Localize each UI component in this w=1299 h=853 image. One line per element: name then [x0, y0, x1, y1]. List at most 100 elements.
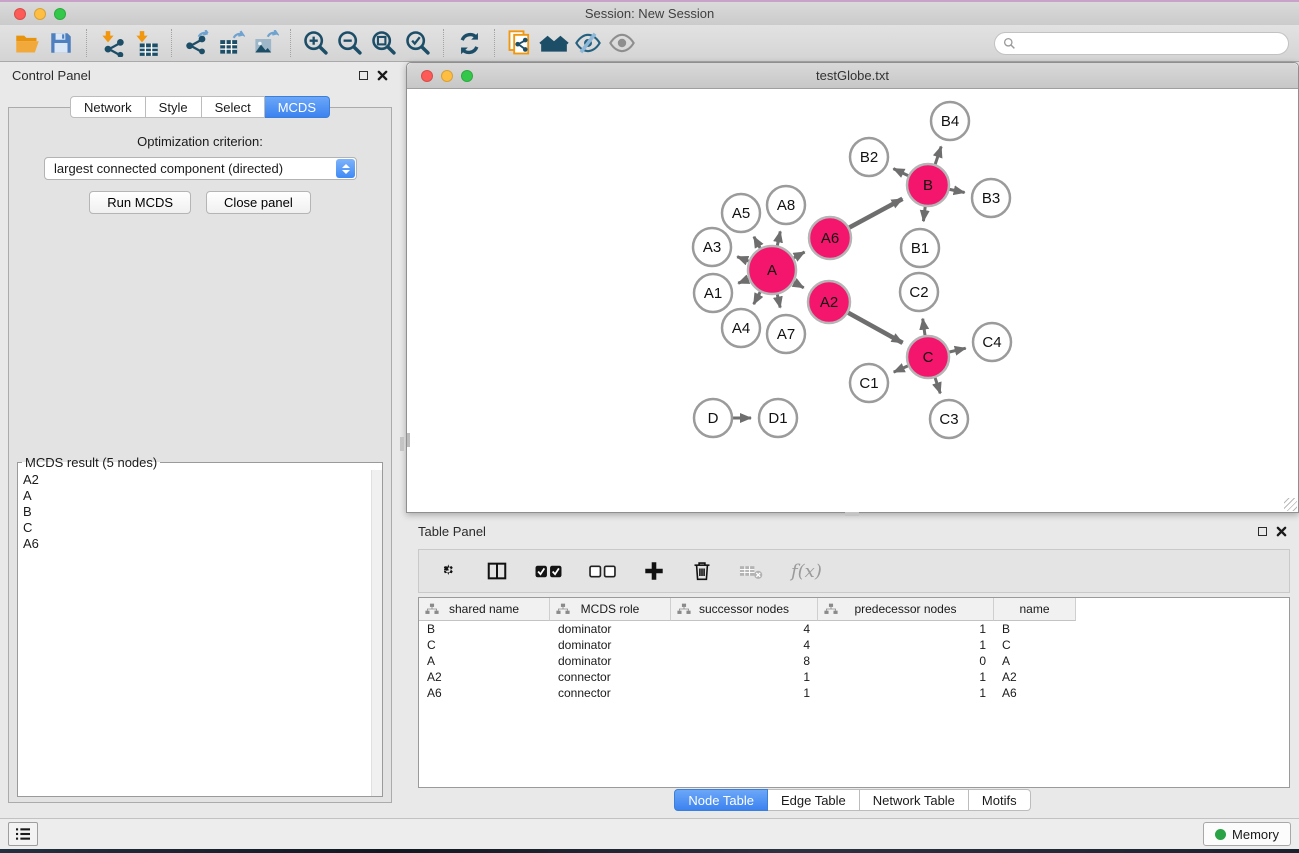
select-all-icon[interactable]	[535, 565, 562, 578]
table-cell[interactable]: B	[994, 622, 1076, 636]
graph-edge-C-C2[interactable]	[923, 319, 925, 336]
table-cell[interactable]: 1	[818, 686, 994, 700]
table-cell[interactable]: C	[419, 638, 550, 652]
graph-edge-A-A4[interactable]	[754, 292, 761, 304]
graph-edge-B-B3[interactable]	[950, 189, 965, 192]
delete-table-icon[interactable]	[739, 562, 764, 580]
graph-edge-C-C4[interactable]	[949, 348, 965, 352]
graph-edge-A2-C[interactable]	[848, 313, 902, 343]
optimization-criterion-dropdown[interactable]: largest connected component (directed)	[44, 157, 357, 180]
tab-edge-table[interactable]: Edge Table	[768, 789, 860, 811]
tab-network[interactable]: Network	[70, 96, 146, 118]
graph-node-B[interactable]: B	[907, 164, 949, 206]
table-cell[interactable]: 1	[818, 622, 994, 636]
search-field[interactable]	[994, 32, 1289, 55]
table-row[interactable]: A2connector11A2	[419, 669, 1289, 685]
new-network-from-selection-button[interactable]	[503, 28, 537, 58]
table-cell[interactable]: 1	[671, 686, 818, 700]
zoom-selected-button[interactable]	[401, 28, 435, 58]
graph-edge-A6-B[interactable]	[849, 199, 902, 228]
graph-node-C3[interactable]: C3	[930, 400, 968, 438]
hide-selected-button[interactable]	[571, 28, 605, 58]
table-cell[interactable]: 4	[671, 622, 818, 636]
graph-node-A2[interactable]: A2	[808, 281, 850, 323]
table-cell[interactable]: 1	[818, 670, 994, 684]
reset-network-views-button[interactable]	[537, 28, 571, 58]
table-cell[interactable]: 4	[671, 638, 818, 652]
graph-edge-A-A6[interactable]	[794, 252, 805, 258]
horizontal-splitter-handle[interactable]	[845, 512, 859, 516]
graph-node-C2[interactable]: C2	[900, 273, 938, 311]
tab-motifs[interactable]: Motifs	[969, 789, 1031, 811]
table-cell[interactable]: A2	[419, 670, 550, 684]
open-session-button[interactable]	[10, 28, 44, 58]
column-header-MCDS-role[interactable]: MCDS role	[550, 598, 671, 621]
graph-node-A1[interactable]: A1	[694, 274, 732, 312]
zoom-out-button[interactable]	[333, 28, 367, 58]
table-cell[interactable]: A	[419, 654, 550, 668]
minimize-window-button[interactable]	[34, 8, 46, 20]
task-history-button[interactable]	[8, 822, 38, 846]
table-row[interactable]: Bdominator41B	[419, 621, 1289, 637]
graph-node-A[interactable]: A	[748, 246, 796, 294]
network-vertical-scroll-thumb[interactable]	[407, 433, 410, 447]
export-network-button[interactable]	[180, 28, 214, 58]
column-header-shared-name[interactable]: shared name	[419, 598, 550, 621]
table-cell[interactable]: A	[994, 654, 1076, 668]
memory-button[interactable]: Memory	[1203, 822, 1291, 846]
graph-node-B4[interactable]: B4	[931, 102, 969, 140]
table-cell[interactable]: A6	[994, 686, 1076, 700]
graph-edge-A-A8[interactable]	[777, 231, 780, 245]
network-resize-grip[interactable]	[1284, 498, 1297, 511]
close-table-panel-icon[interactable]	[1276, 526, 1287, 537]
table-cell[interactable]: 0	[818, 654, 994, 668]
graph-edge-C-C3[interactable]	[935, 378, 940, 394]
column-header-successor-nodes[interactable]: successor nodes	[671, 598, 818, 621]
graph-node-A3[interactable]: A3	[693, 228, 731, 266]
graph-edge-A-A3[interactable]	[737, 257, 749, 261]
mcds-result-item[interactable]: A2	[23, 472, 377, 488]
close-panel-icon[interactable]	[377, 70, 388, 81]
graph-node-B3[interactable]: B3	[972, 179, 1010, 217]
tab-mcds[interactable]: MCDS	[265, 96, 330, 118]
show-column-icon[interactable]	[486, 560, 508, 582]
zoom-window-button[interactable]	[54, 8, 66, 20]
table-cell[interactable]: dominator	[550, 638, 671, 652]
table-cell[interactable]: dominator	[550, 622, 671, 636]
table-cell[interactable]: A6	[419, 686, 550, 700]
table-row[interactable]: A6connector11A6	[419, 685, 1289, 701]
table-settings-gear-icon[interactable]	[437, 560, 459, 582]
float-table-panel-icon[interactable]	[1258, 527, 1267, 536]
network-minimize-button[interactable]	[441, 70, 453, 82]
float-panel-icon[interactable]	[359, 71, 368, 80]
table-cell[interactable]: 1	[671, 670, 818, 684]
graph-node-A5[interactable]: A5	[722, 194, 760, 232]
column-header-name[interactable]: name	[994, 598, 1076, 621]
graph-node-C4[interactable]: C4	[973, 323, 1011, 361]
graph-node-C[interactable]: C	[907, 336, 949, 378]
export-image-button[interactable]	[248, 28, 282, 58]
export-table-button[interactable]	[214, 28, 248, 58]
graph-node-A8[interactable]: A8	[767, 186, 805, 224]
graph-node-D[interactable]: D	[694, 399, 732, 437]
table-row[interactable]: Adominator80A	[419, 653, 1289, 669]
add-column-plus-icon[interactable]	[643, 560, 665, 582]
graph-node-B2[interactable]: B2	[850, 138, 888, 176]
table-cell[interactable]: connector	[550, 686, 671, 700]
table-cell[interactable]: dominator	[550, 654, 671, 668]
network-zoom-button[interactable]	[461, 70, 473, 82]
graph-node-D1[interactable]: D1	[759, 399, 797, 437]
table-cell[interactable]: A2	[994, 670, 1076, 684]
graph-node-A6[interactable]: A6	[809, 217, 851, 259]
show-all-button[interactable]	[605, 28, 639, 58]
close-window-button[interactable]	[14, 8, 26, 20]
search-input[interactable]	[1021, 36, 1280, 50]
graph-edge-A-A2[interactable]	[794, 282, 804, 288]
import-network-button[interactable]	[95, 28, 129, 58]
mcds-result-item[interactable]: B	[23, 504, 377, 520]
table-cell[interactable]: 1	[818, 638, 994, 652]
tab-select[interactable]: Select	[202, 96, 265, 118]
graph-edge-A-A7[interactable]	[777, 294, 780, 307]
graph-node-A4[interactable]: A4	[722, 309, 760, 347]
result-list-scrollbar[interactable]	[371, 470, 382, 796]
